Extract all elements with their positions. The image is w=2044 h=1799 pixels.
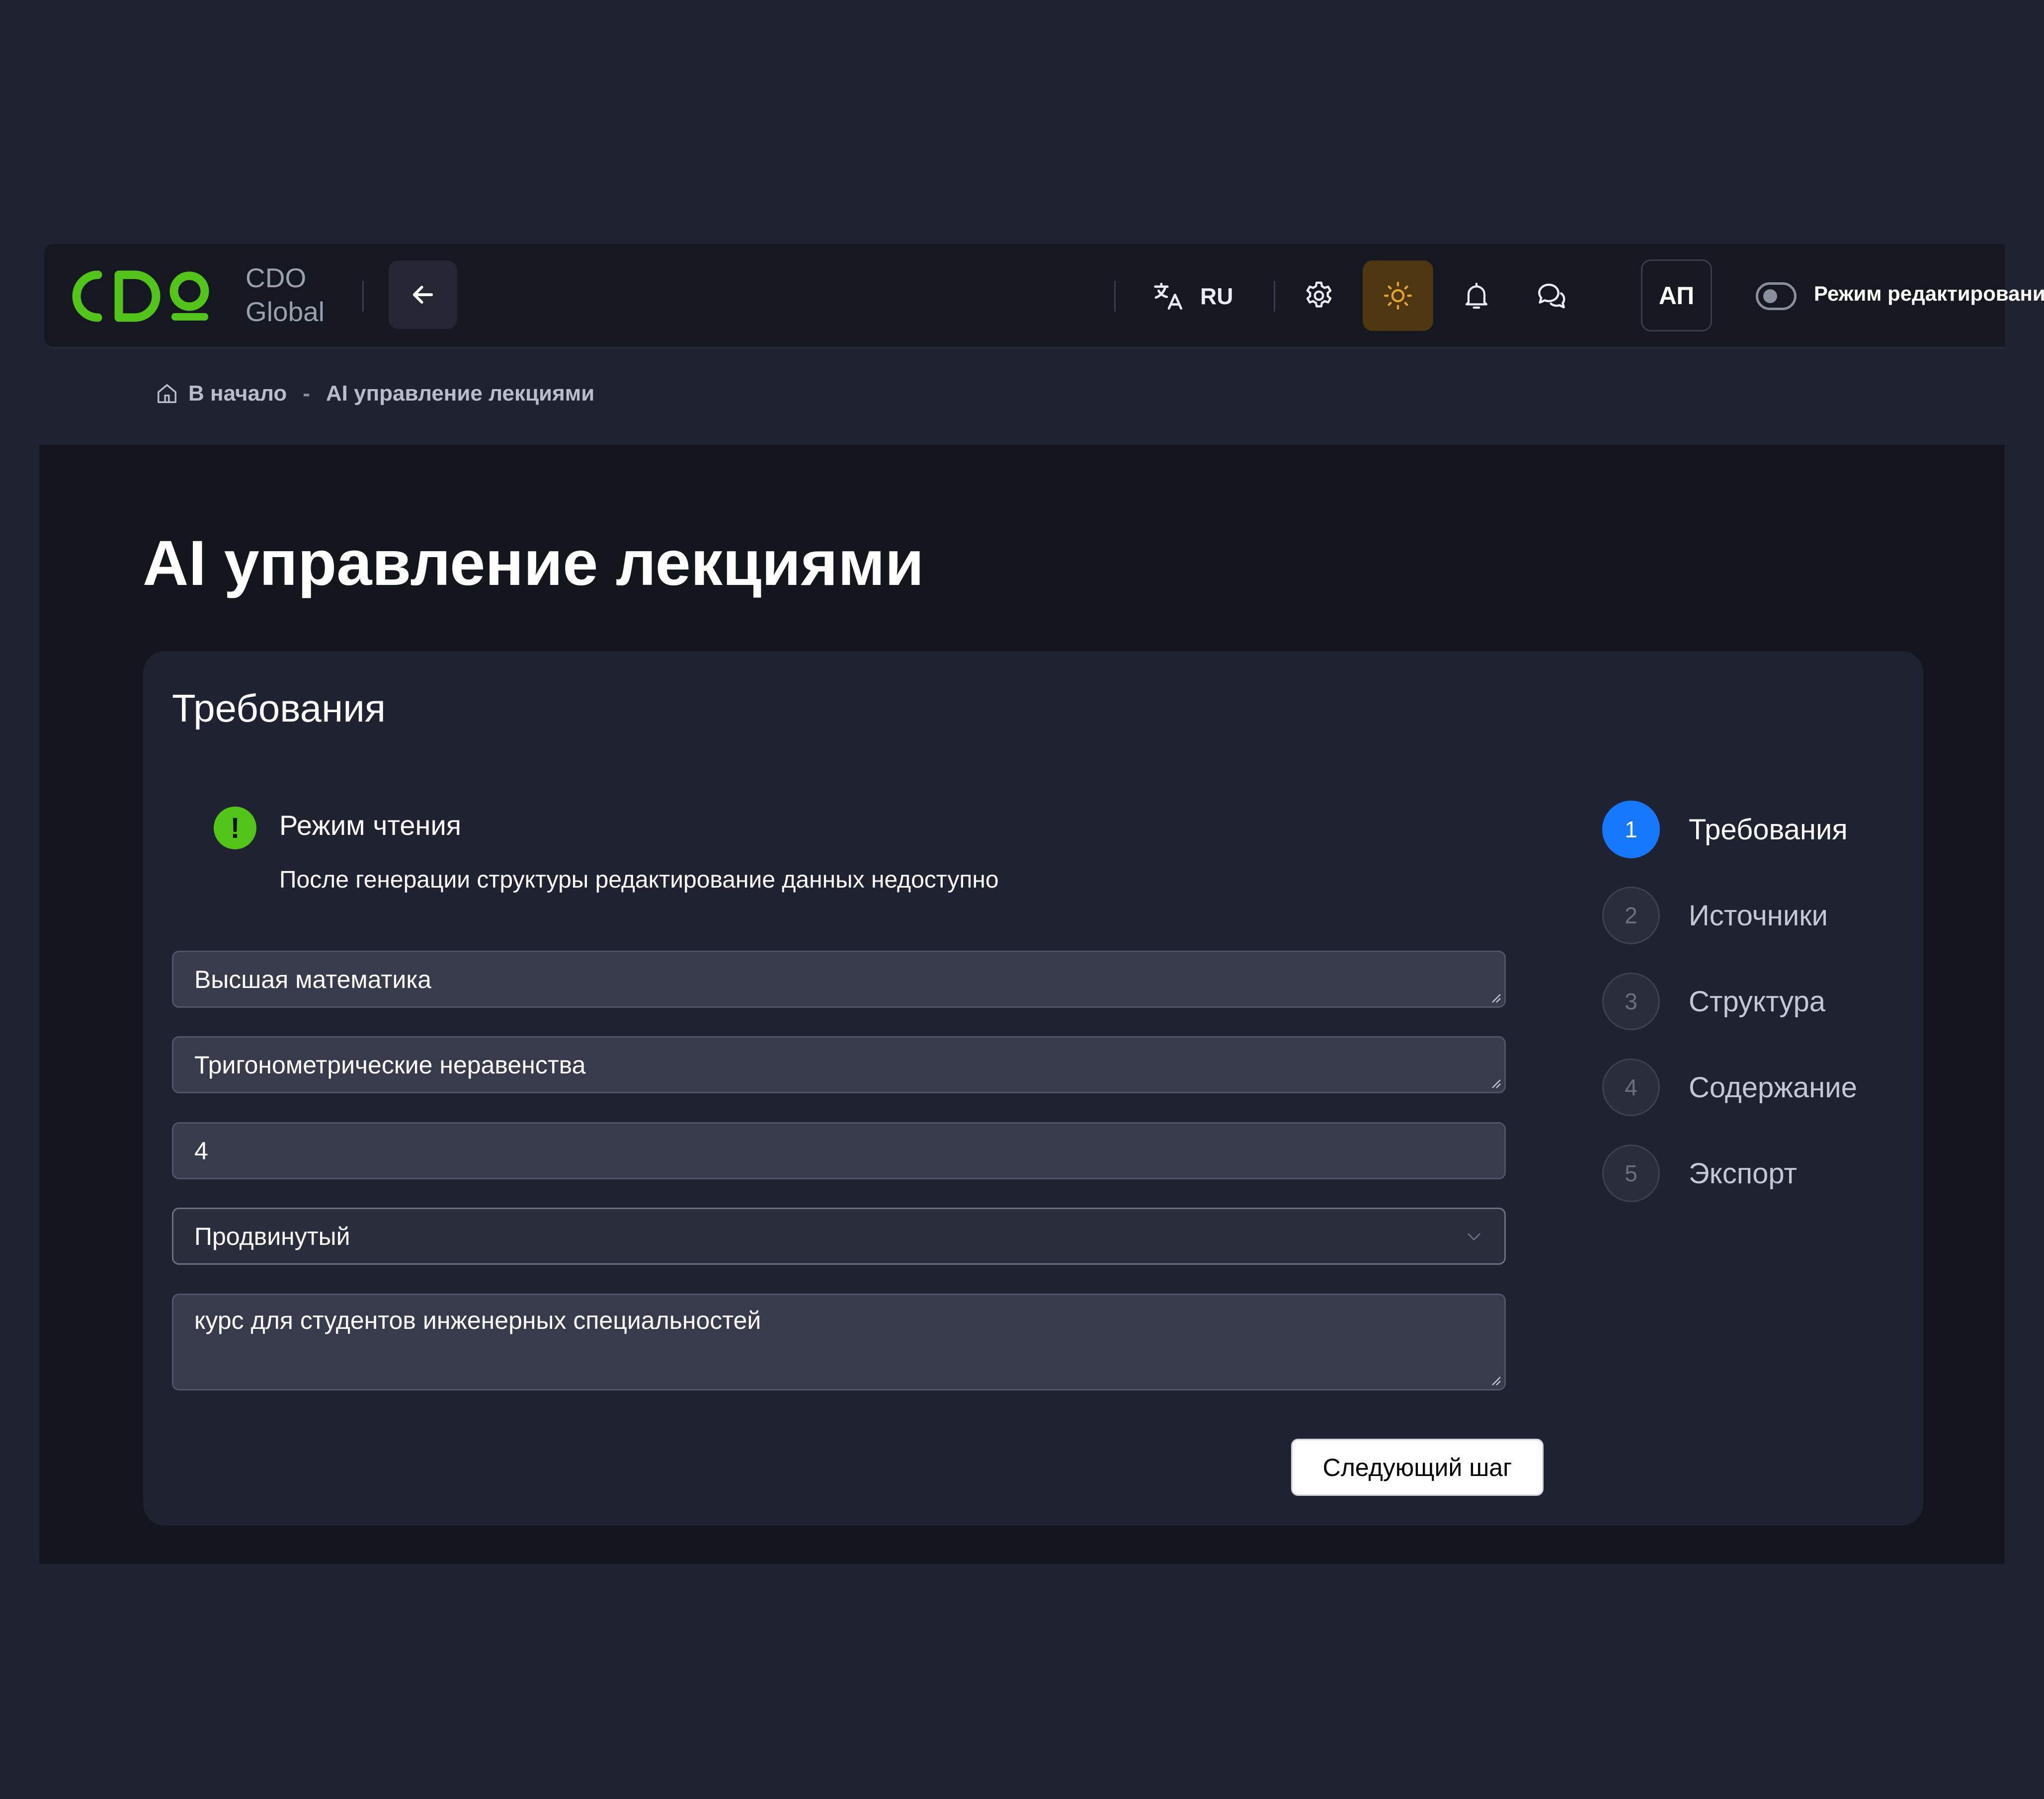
- next-step-button[interactable]: Следующий шаг: [1291, 1439, 1544, 1496]
- resize-handle-icon[interactable]: [1489, 991, 1501, 1003]
- breadcrumb-separator: -: [303, 381, 310, 406]
- bell-icon: [1465, 282, 1488, 309]
- theme-toggle-button[interactable]: [1363, 260, 1433, 331]
- topic-value: Тригонометрические неравенства: [194, 1051, 586, 1079]
- divider: [1114, 281, 1116, 312]
- language-label: RU: [1200, 283, 1233, 309]
- toggle-knob: [1763, 289, 1777, 303]
- alert-description: После генерации структуры редактирование…: [279, 867, 999, 893]
- arrow-left-icon: [412, 286, 433, 304]
- step-structure[interactable]: 3 Структура: [1602, 973, 1825, 1030]
- step-number: 5: [1602, 1145, 1660, 1202]
- step-number: 3: [1602, 973, 1660, 1030]
- step-label: Экспорт: [1689, 1157, 1797, 1190]
- chat-button[interactable]: [1516, 260, 1587, 331]
- sun-icon: [1384, 281, 1412, 310]
- edit-mode-label: Режим редактирования: [1814, 282, 2044, 305]
- gear-icon: [1306, 281, 1332, 308]
- main-content: AI управление лекциями Требования ! Режи…: [39, 445, 2005, 1564]
- resize-handle-icon[interactable]: [1489, 1077, 1501, 1089]
- level-value: Продвинутый: [194, 1222, 350, 1250]
- topic-field[interactable]: Тригонометрические неравенства: [172, 1036, 1506, 1093]
- divider: [362, 281, 364, 312]
- notifications-button[interactable]: [1441, 260, 1512, 331]
- brand-line-2: Global: [245, 296, 325, 327]
- level-select[interactable]: Продвинутый: [172, 1208, 1506, 1265]
- alert-title: Режим чтения: [279, 810, 462, 841]
- edit-mode-toggle[interactable]: [1756, 282, 1797, 310]
- top-navbar: CDO Global RU АП Режим редактирования: [44, 244, 2044, 348]
- resize-handle-icon[interactable]: [1489, 1374, 1501, 1386]
- step-sources[interactable]: 2 Источники: [1602, 887, 1828, 944]
- settings-button[interactable]: [1284, 260, 1354, 331]
- notes-value: курс для студентов инженерных специально…: [194, 1307, 761, 1334]
- back-button[interactable]: [389, 260, 457, 329]
- step-content[interactable]: 4 Содержание: [1602, 1059, 1857, 1116]
- requirements-card: Требования ! Режим чтения После генераци…: [143, 651, 1923, 1526]
- step-number: 1: [1602, 801, 1660, 858]
- step-label: Содержание: [1689, 1071, 1857, 1104]
- step-export[interactable]: 5 Экспорт: [1602, 1145, 1797, 1202]
- count-field[interactable]: 4: [172, 1122, 1506, 1179]
- breadcrumb: В начало - AI управление лекциями: [156, 378, 594, 409]
- count-value: 4: [194, 1137, 208, 1165]
- breadcrumb-home-link[interactable]: В начало: [188, 381, 287, 406]
- breadcrumb-current: AI управление лекциями: [326, 381, 595, 406]
- avatar-initials: АП: [1658, 281, 1695, 310]
- brand-line-1: CDO: [245, 262, 307, 293]
- app-screen: CDO Global RU АП Режим редактирования В …: [0, 0, 2044, 1799]
- step-requirements[interactable]: 1 Требования: [1602, 801, 1848, 858]
- exclamation-icon: !: [214, 807, 256, 849]
- step-number: 2: [1602, 887, 1660, 944]
- subject-field[interactable]: Высшая математика: [172, 951, 1506, 1008]
- brand-name: CDO Global: [245, 261, 325, 328]
- page-title: AI управление лекциями: [143, 528, 924, 599]
- step-label: Источники: [1689, 899, 1828, 932]
- language-switcher[interactable]: RU: [1152, 275, 1233, 318]
- step-label: Требования: [1689, 813, 1848, 846]
- alert-mark: !: [230, 812, 240, 844]
- step-number: 4: [1602, 1059, 1660, 1116]
- step-label: Структура: [1689, 985, 1826, 1018]
- card-title: Требования: [172, 686, 386, 730]
- cdo-logo[interactable]: [69, 264, 218, 328]
- chat-bubbles-icon: [1538, 283, 1565, 309]
- home-icon[interactable]: [156, 382, 178, 405]
- subject-value: Высшая математика: [194, 965, 432, 993]
- notes-textarea[interactable]: курс для студентов инженерных специально…: [172, 1294, 1506, 1390]
- user-avatar[interactable]: АП: [1641, 259, 1712, 331]
- chevron-down-icon: [1468, 1233, 1480, 1240]
- divider: [1274, 281, 1275, 312]
- translate-icon: [1154, 282, 1183, 310]
